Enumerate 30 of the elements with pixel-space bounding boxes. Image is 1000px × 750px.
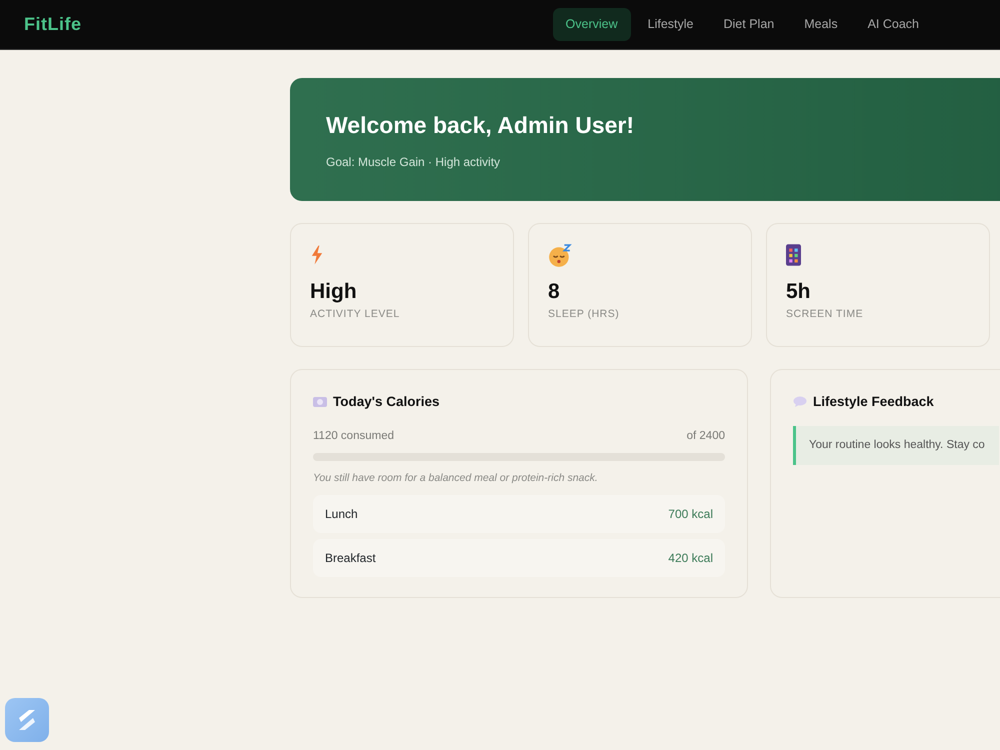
brand-logo[interactable]: FitLife (24, 11, 82, 38)
welcome-title: Welcome back, Admin User! (326, 111, 636, 140)
target-text: of 2400 (686, 428, 725, 444)
nav-tab[interactable]: AI Coach (854, 8, 932, 41)
feedback-message: Your routine looks healthy. Stay co (793, 426, 999, 465)
stat-value: High (310, 280, 358, 303)
app-launcher-button[interactable] (5, 698, 49, 742)
stat-label: ACTIVITY LEVEL (310, 306, 401, 322)
nav-tab[interactable]: Diet Plan (710, 8, 788, 41)
speech-bubble-icon (793, 396, 807, 408)
stat-label: SCREEN TIME (786, 306, 864, 322)
card-title: Today's Calories (333, 392, 440, 411)
consumed-text: 1120 consumed (313, 428, 394, 444)
stat-label: SLEEP (HRS) (548, 306, 620, 322)
hint-text: You still have room for a balanced meal or protein-rich snack. (313, 471, 599, 486)
goal-subtitle: Goal: Muscle Gain · High activity (326, 154, 502, 170)
stat-value: 8 (548, 280, 561, 303)
meal-calories: 700 kcal (668, 506, 713, 523)
plate-icon (313, 396, 327, 408)
meal-name: Lunch (325, 506, 358, 523)
card-title: Lifestyle Feedback (813, 392, 934, 411)
meal-calories: 420 kcal (668, 550, 713, 567)
nav-tab[interactable]: Meals (791, 8, 851, 41)
tablet-icon (786, 244, 801, 266)
lightning-icon (310, 245, 324, 266)
nav-tab[interactable]: Overview (552, 8, 631, 41)
nav-tab[interactable]: Lifestyle (634, 8, 706, 41)
stat-value: 5h (786, 280, 812, 303)
meal-name: Breakfast (325, 550, 376, 567)
sleeping-face-icon (548, 244, 572, 268)
